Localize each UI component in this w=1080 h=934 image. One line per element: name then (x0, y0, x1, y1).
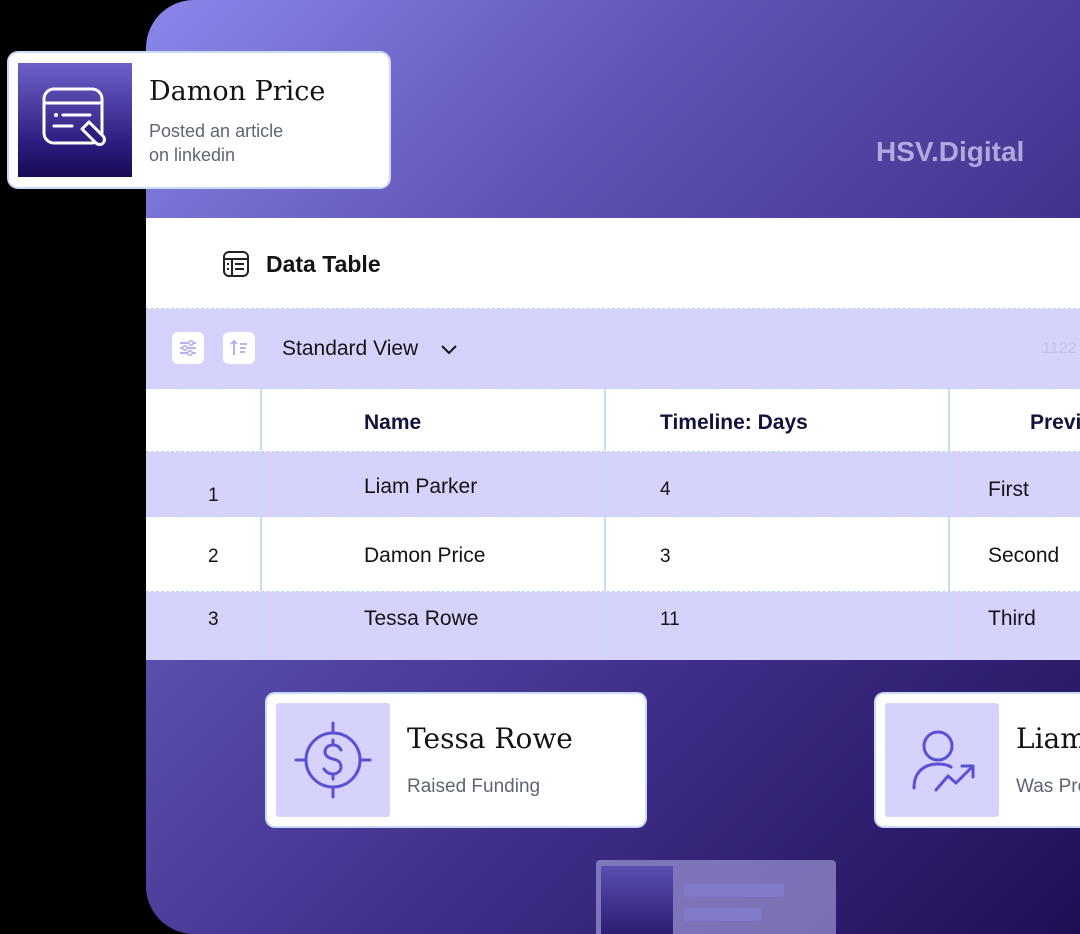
faded-card-line (684, 908, 762, 921)
days-cell[interactable]: 3 (606, 517, 950, 591)
card-activity: Was Pro (1016, 776, 1080, 797)
row-index-cell: 2 (146, 517, 262, 591)
record-count: 1122 (1042, 340, 1077, 357)
card-person-name: Tessa Rowe (407, 722, 573, 755)
sliders-icon (180, 339, 196, 357)
activity-card-funding[interactable]: Tessa Rowe Raised Funding (267, 694, 645, 826)
previous-cell[interactable]: Third (950, 592, 1080, 660)
stage: HSV.Digital Data Table Standard View 112… (0, 0, 1080, 934)
card-activity: Raised Funding (407, 776, 541, 797)
view-selector[interactable]: Standard View (282, 337, 418, 361)
table-header-row: Name Timeline: Days Previ (146, 389, 1080, 452)
header-cell-name[interactable]: Name (262, 389, 606, 451)
row-index-cell: 1 (146, 452, 262, 516)
faded-card-tile (601, 866, 673, 934)
previous-cell[interactable]: First (950, 452, 1080, 516)
dollar-target-icon (294, 721, 372, 799)
article-edit-icon (42, 87, 106, 146)
name-cell[interactable]: Tessa Rowe (262, 592, 606, 660)
sort-icon (230, 339, 247, 355)
user-growth-icon (912, 730, 975, 792)
days-cell[interactable]: 11 (606, 592, 950, 660)
data-grid: Name Timeline: Days Previ 1 Liam Parker … (146, 389, 1080, 660)
icon-tile (885, 703, 999, 817)
notification-person-name: Damon Price (149, 76, 326, 107)
notification-activity: Posted an article on linkedin (149, 121, 284, 165)
days-cell[interactable]: 4 (606, 452, 950, 516)
data-table-header: Data Table (146, 218, 1080, 309)
icon-tile (276, 703, 390, 817)
name-cell[interactable]: Damon Price (262, 517, 606, 591)
table-row[interactable]: 1 Liam Parker 4 First (146, 452, 1080, 517)
data-table-title: Data Table (266, 251, 381, 277)
table-toolbar: Standard View 1122 (146, 309, 1080, 389)
notification-card[interactable]: Damon Price Posted an article on linkedi… (9, 53, 389, 187)
sort-button[interactable] (223, 332, 255, 364)
header-cell-previous[interactable]: Previ (950, 389, 1080, 451)
filter-button[interactable] (172, 332, 204, 364)
brand-name: HSV.Digital (876, 136, 1025, 167)
header-cell-index (146, 389, 262, 451)
previous-cell[interactable]: Second (950, 517, 1080, 591)
notification-icon-tile (18, 63, 132, 177)
header-cell-timeline[interactable]: Timeline: Days (606, 389, 950, 451)
card-person-name: Liam (1016, 722, 1080, 755)
table-row[interactable]: 2 Damon Price 3 Second (146, 517, 1080, 592)
faded-card (596, 860, 836, 934)
name-cell[interactable]: Liam Parker (262, 452, 606, 516)
faded-card-line (684, 884, 784, 897)
table-row[interactable]: 3 Tessa Rowe 11 Third (146, 592, 1080, 660)
activity-card-promotion[interactable]: Liam Was Pro (876, 694, 1080, 826)
row-index-cell: 3 (146, 592, 262, 660)
table-icon (223, 251, 249, 277)
chevron-down-icon[interactable] (440, 343, 458, 355)
